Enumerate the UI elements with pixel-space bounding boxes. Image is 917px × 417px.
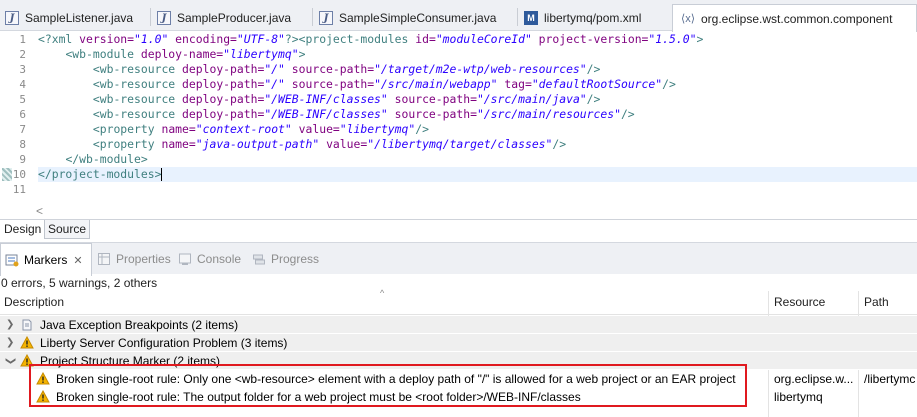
line-number: 9	[19, 153, 26, 166]
tab-label: Progress	[271, 252, 320, 266]
group-label: Java Exception Breakpoints (2 items)	[40, 318, 239, 332]
java-file-icon: J	[157, 11, 171, 25]
marker-description: Broken single-root rule: Only one <wb-re…	[56, 372, 736, 386]
tab-sample-producer[interactable]: J SampleProducer.java	[157, 5, 291, 31]
line-number: 5	[19, 93, 26, 106]
tab-design[interactable]: Design	[1, 220, 44, 239]
markers-summary: 0 errors, 5 warnings, 2 others	[1, 276, 158, 290]
tab-console[interactable]: Console	[178, 243, 241, 275]
sort-indicator: ^	[380, 288, 385, 298]
group-label: Project Structure Marker (2 items)	[40, 354, 221, 368]
horizontal-scroll-left-arrow[interactable]: <	[36, 204, 43, 218]
marker-group-row[interactable]: ❯ Liberty Server Configuration Problem (…	[0, 334, 917, 352]
progress-icon	[252, 252, 266, 266]
chevron-down-icon[interactable]: ❯	[1, 357, 19, 365]
tab-label: Console	[197, 252, 242, 266]
editor-mode-tabs: Design Source	[0, 219, 917, 239]
tab-divider	[517, 8, 518, 26]
marker-resource: libertymq	[774, 390, 823, 404]
tab-sample-listener[interactable]: J SampleListener.java	[5, 5, 133, 31]
editor-tab-strip: J SampleListener.java J SampleProducer.j…	[0, 0, 917, 32]
tab-label: org.eclipse.wst.common.component	[701, 11, 893, 26]
code-line: <property name="java-output-path" value=…	[92, 137, 567, 151]
code-line: <property name="context-root" value="lib…	[92, 122, 429, 136]
bottom-view-tabs: Markers ✕ Properties Console Progress	[0, 242, 917, 276]
column-header-path[interactable]: Path	[860, 291, 889, 315]
tab-label: Properties	[116, 252, 171, 266]
maven-pom-icon: M	[524, 11, 538, 25]
marker-group-row[interactable]: ❯ Java Exception Breakpoints (2 items)	[0, 316, 917, 334]
group-label: Liberty Server Configuration Problem (3 …	[40, 336, 288, 350]
line-number: 8	[19, 138, 26, 151]
marker-path: /libertymc	[864, 372, 916, 386]
tab-divider	[150, 8, 151, 26]
marker-resource: org.eclipse.w...	[774, 372, 854, 386]
line-number: 2	[19, 48, 26, 61]
xml-file-icon: ⟨x⟩	[680, 13, 696, 25]
warning-icon	[20, 353, 34, 368]
xml-source-editor[interactable]: 1 2 3 4 5 6 7 8 9 10 11 <?xml version="1…	[0, 32, 917, 218]
tab-label: libertymq/pom.xml	[544, 11, 642, 25]
tab-properties[interactable]: Properties	[97, 243, 171, 275]
warning-icon	[20, 335, 34, 350]
line-number-gutter: 1 2 3 4 5 6 7 8 9 10 11	[0, 32, 34, 200]
breakpoint-icon	[20, 318, 34, 332]
java-file-icon: J	[5, 11, 19, 25]
tab-markers[interactable]: Markers ✕	[0, 243, 92, 276]
tab-progress[interactable]: Progress	[252, 243, 319, 275]
tab-label: SampleSimpleConsumer.java	[339, 11, 497, 25]
line-number: 11	[12, 183, 26, 196]
tab-label: SampleProducer.java	[177, 11, 292, 25]
current-code-line: </project-modules>	[38, 167, 917, 182]
code-area[interactable]: <?xml version="1.0" encoding="UTF-8"?><p…	[38, 32, 917, 197]
line-number: 4	[19, 78, 26, 91]
console-icon	[178, 252, 192, 266]
marker-group-row[interactable]: ❯ Project Structure Marker (2 items)	[0, 352, 917, 370]
tab-pom-xml[interactable]: M libertymq/pom.xml	[524, 5, 641, 31]
code-line: </wb-module>	[65, 152, 148, 166]
code-line: <wb-resource deploy-path="/WEB-INF/class…	[92, 107, 635, 121]
column-header-resource[interactable]: Resource	[770, 291, 825, 315]
code-line: <wb-resource deploy-path="/" source-path…	[92, 62, 601, 76]
code-line: <?xml version="1.0" encoding="UTF-8"?><p…	[38, 32, 704, 46]
tab-divider	[312, 8, 313, 26]
line-number: 10	[12, 168, 26, 181]
line-number: 3	[19, 63, 26, 76]
markers-icon	[5, 253, 19, 267]
line-number: 1	[19, 33, 26, 46]
tab-sample-simple-consumer[interactable]: J SampleSimpleConsumer.java	[319, 5, 496, 31]
marker-row[interactable]: Broken single-root rule: Only one <wb-re…	[0, 370, 917, 388]
marker-row[interactable]: Broken single-root rule: The output fold…	[0, 388, 917, 406]
code-line: <wb-module deploy-name="libertymq">	[65, 47, 306, 61]
column-header-description[interactable]: Description	[0, 291, 64, 315]
line-number: 6	[19, 108, 26, 121]
chevron-right-icon[interactable]: ❯	[6, 334, 14, 352]
tab-wst-common-component[interactable]: ⟨x⟩ org.eclipse.wst.common.component	[672, 4, 917, 32]
text-caret	[161, 168, 163, 181]
properties-icon	[97, 252, 111, 266]
warning-icon	[36, 371, 50, 386]
tab-source[interactable]: Source	[44, 220, 91, 239]
tab-label: SampleListener.java	[25, 11, 134, 25]
warning-icon	[36, 389, 50, 404]
close-icon[interactable]: ✕	[73, 254, 82, 267]
code-line: <wb-resource deploy-path="/WEB-INF/class…	[92, 92, 601, 106]
marker-description: Broken single-root rule: The output fold…	[56, 390, 581, 404]
chevron-right-icon[interactable]: ❯	[6, 316, 14, 334]
markers-table[interactable]: Description ^ Resource Path ❯ Java Excep…	[0, 288, 917, 417]
code-line: <wb-resource deploy-path="/" source-path…	[92, 77, 676, 91]
java-file-icon: J	[319, 11, 333, 25]
line-number: 7	[19, 123, 26, 136]
tab-label: Markers	[24, 253, 68, 267]
table-header: Description ^ Resource Path	[0, 288, 917, 315]
